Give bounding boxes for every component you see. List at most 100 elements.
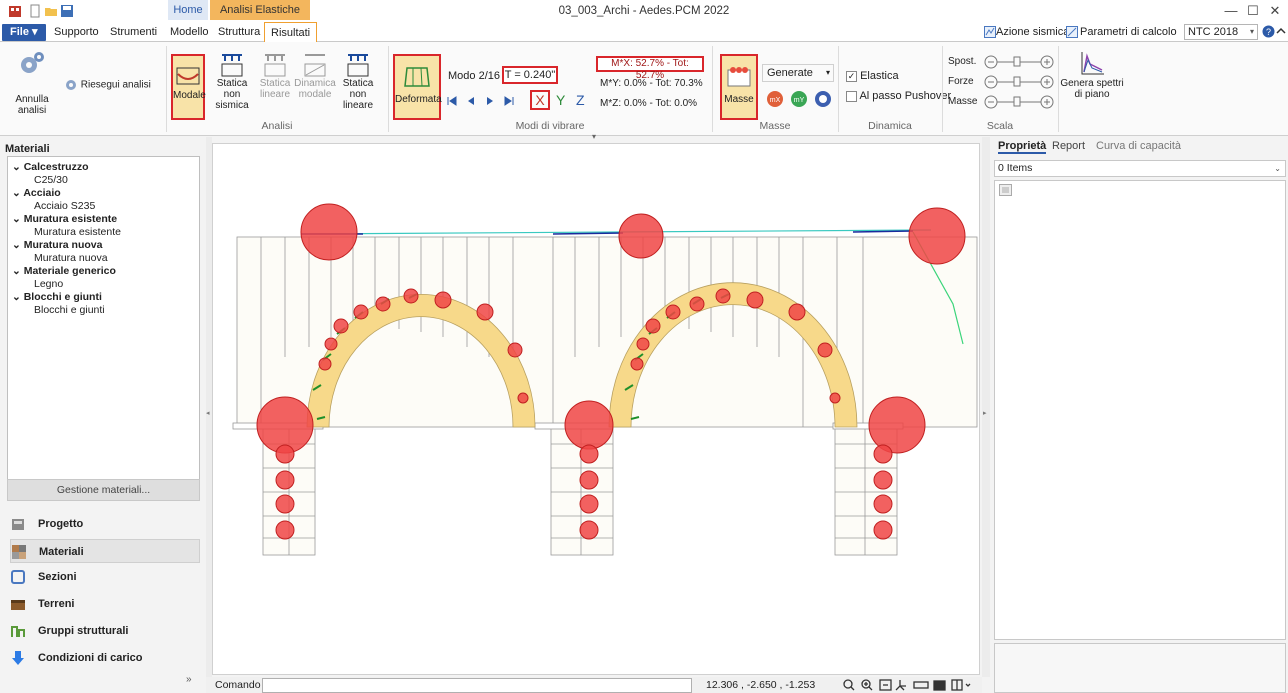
tab-proprieta[interactable]: Proprietà — [998, 140, 1047, 154]
materials-icon — [12, 545, 26, 559]
group-label-masse: Masse — [759, 120, 791, 132]
genera-spettri-button[interactable]: Genera spettri di piano — [1060, 50, 1124, 100]
nav-materiali[interactable]: Materiali — [10, 539, 200, 563]
pushover-checkbox[interactable]: Al passo Pushover — [846, 90, 951, 102]
axis-x-button[interactable]: X — [530, 90, 550, 110]
svg-text:mX: mX — [770, 97, 781, 104]
list-view-icon[interactable] — [999, 184, 1012, 196]
nav-progetto[interactable]: Progetto — [10, 512, 200, 536]
masse-button[interactable]: Masse — [720, 54, 758, 120]
elastica-checkbox[interactable]: ✓ Elastica — [846, 70, 899, 82]
svg-text:?: ? — [1266, 27, 1271, 37]
previous-mode-icon[interactable] — [465, 95, 477, 107]
tree-node-muratura-nuova[interactable]: ⌄ Muratura nuova — [12, 239, 102, 251]
mass-x-icon[interactable]: mX — [766, 90, 784, 108]
tree-leaf[interactable]: Legno — [34, 278, 63, 290]
file-menu-button[interactable]: File ▾ — [2, 24, 46, 41]
dinamica-modale-button[interactable]: Dinamica modale — [294, 52, 336, 100]
mass-y-icon[interactable]: mY — [790, 90, 808, 108]
group-label-dinamica: Dinamica — [868, 120, 912, 132]
tree-node-materiale-generico[interactable]: ⌄ Materiale generico — [12, 265, 116, 277]
nav-condizioni-carico[interactable]: Condizioni di carico — [10, 646, 200, 670]
static-load-icon — [221, 54, 243, 77]
statica-non-lineare-label-1: Statica — [342, 78, 374, 89]
next-mode-icon[interactable] — [484, 95, 496, 107]
deformata-button[interactable]: Deformata — [393, 54, 442, 120]
comando-label: Comando — [215, 679, 261, 691]
context-tab-home[interactable]: Home — [168, 0, 208, 20]
parametri-icon — [1066, 26, 1078, 38]
tab-report[interactable]: Report — [1052, 140, 1085, 152]
periodo-field[interactable]: T = 0.240" — [502, 66, 558, 84]
annulla-analisi-button[interactable]: Annulla analisi — [6, 48, 58, 116]
new-file-icon[interactable] — [28, 4, 42, 18]
model-viewport[interactable] — [212, 143, 980, 675]
statica-non-sismica-label-1: Statica — [216, 78, 248, 89]
tab-strumenti[interactable]: Strumenti — [104, 22, 163, 42]
view-toolbar[interactable] — [842, 678, 982, 692]
mass-y-readout: M*Y: 0.0% - Tot: 70.3% — [600, 78, 703, 89]
nav-gruppi-strutturali[interactable]: Gruppi strutturali — [10, 619, 200, 643]
nav-label: Progetto — [38, 518, 84, 530]
statica-lineare-button[interactable]: Statica lineare — [258, 52, 292, 100]
collapse-ribbon-icon[interactable] — [1276, 26, 1286, 36]
tree-leaf[interactable]: Muratura esistente — [34, 226, 121, 238]
tree-node-label: Materiale generico — [23, 265, 116, 277]
statica-lineare-label-2: lineare — [259, 89, 291, 100]
dinamica-modale-label-1: Dinamica — [294, 78, 336, 89]
terrain-icon — [11, 600, 25, 610]
masses-icon — [727, 67, 751, 87]
last-mode-icon[interactable] — [503, 95, 515, 107]
axis-y-button[interactable]: Y — [556, 92, 565, 108]
tree-leaf[interactable]: Muratura nuova — [34, 252, 108, 264]
genera-spettri-label-1: Genera spettri — [1060, 78, 1124, 89]
tab-struttura[interactable]: Struttura — [212, 22, 266, 42]
parametri-calcolo-button[interactable]: Parametri di calcolo — [1078, 22, 1179, 42]
help-icon[interactable]: ? — [1262, 25, 1275, 38]
statica-non-sismica-button[interactable]: Statica non sismica — [210, 52, 254, 111]
items-select[interactable]: 0 Items ⌄ — [994, 160, 1286, 177]
first-mode-icon[interactable] — [446, 95, 458, 107]
save-icon[interactable] — [60, 4, 74, 18]
command-input[interactable] — [262, 678, 692, 693]
right-splitter[interactable]: ▸ — [982, 137, 990, 677]
statica-non-sismica-label-2: non sismica — [215, 89, 249, 111]
tree-node-acciaio[interactable]: ⌄ Acciaio — [12, 187, 61, 199]
chevron-down-icon: ⌄ — [12, 161, 24, 173]
tree-leaf[interactable]: Blocchi e giunti — [34, 304, 105, 316]
statica-non-lineare-button[interactable]: Statica non lineare — [336, 52, 380, 111]
nav-sezioni[interactable]: Sezioni — [10, 565, 200, 589]
tree-node-blocchi-giunti[interactable]: ⌄ Blocchi e giunti — [12, 291, 102, 303]
open-folder-icon[interactable] — [44, 4, 58, 18]
tab-supporto[interactable]: Supporto — [48, 22, 105, 42]
ribbon-expand-icon[interactable]: ▾ — [592, 132, 596, 141]
tree-leaf[interactable]: C25/30 — [34, 174, 68, 186]
scale-sliders[interactable] — [984, 55, 1054, 111]
azione-sismica-button[interactable]: Azione sismica — [994, 22, 1071, 42]
nav-expand-icon[interactable]: » — [186, 674, 192, 685]
mass-z-icon[interactable] — [814, 90, 832, 108]
group-label-scala: Scala — [986, 120, 1014, 132]
pushover-icon — [347, 54, 369, 77]
riesegui-analisi-button[interactable]: Riesegui analisi — [64, 78, 164, 92]
spectrum-icon — [1081, 52, 1104, 75]
caret-right-icon: ▸ — [983, 410, 987, 417]
axis-z-button[interactable]: Z — [576, 92, 585, 108]
close-button[interactable]: ✕ — [1258, 0, 1288, 22]
tab-curva-capacita[interactable]: Curva di capacità — [1096, 140, 1181, 152]
tree-leaf[interactable]: Acciaio S235 — [34, 200, 95, 212]
tree-node-muratura-esistente[interactable]: ⌄ Muratura esistente — [12, 213, 117, 225]
chevron-down-icon: ⌄ — [12, 291, 24, 303]
tree-node-label: Blocchi e giunti — [23, 291, 102, 303]
genera-spettri-label-2: di piano — [1074, 89, 1110, 100]
nav-terreni[interactable]: Terreni — [10, 592, 200, 616]
modale-button[interactable]: Modale — [171, 54, 206, 120]
arches-deformed-model — [232, 203, 978, 556]
tab-modello[interactable]: Modello — [164, 22, 215, 42]
generate-select[interactable]: Generate ▾ — [762, 64, 834, 82]
tab-risultati[interactable]: Risultati — [264, 22, 318, 43]
statica-lineare-label-1: Statica — [259, 78, 291, 89]
gestione-materiali-button[interactable]: Gestione materiali... — [7, 479, 200, 501]
norma-select[interactable]: NTC 2018 ▾ — [1184, 24, 1258, 40]
tree-node-calcestruzzo[interactable]: ⌄ Calcestruzzo — [12, 161, 89, 173]
